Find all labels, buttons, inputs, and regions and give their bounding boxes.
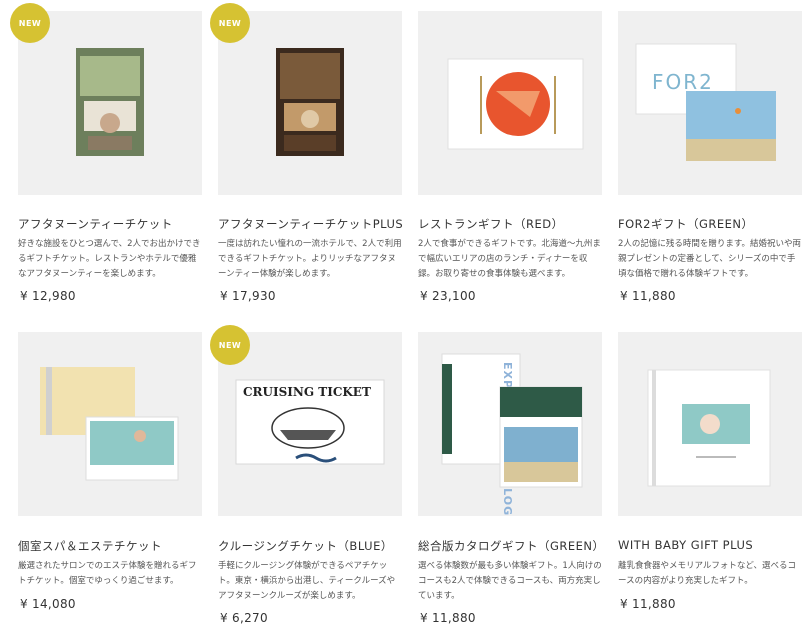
product-title[interactable]: レストランギフト（RED） xyxy=(418,216,613,232)
afternoon-tea-ticket-image xyxy=(76,48,144,156)
new-badge: NEW xyxy=(210,325,250,365)
experience-catalog-image: EXPERIENCE CATALOG xyxy=(441,353,583,516)
product-price: ¥ 6,270 xyxy=(220,611,268,625)
product-price: ¥ 14,080 xyxy=(20,597,76,611)
product-title[interactable]: 個室スパ＆エステチケット xyxy=(18,538,213,554)
product-price: ¥ 11,880 xyxy=(420,611,476,625)
product-price: ¥ 12,980 xyxy=(20,289,76,303)
product-title[interactable]: アフタヌーンティーチケット xyxy=(18,216,213,232)
product-image[interactable] xyxy=(218,11,402,195)
product-image[interactable] xyxy=(18,11,202,195)
product-image[interactable] xyxy=(418,11,602,195)
product-image[interactable]: CRUISING TICKET xyxy=(218,332,402,516)
with-baby-gift-image xyxy=(647,369,771,487)
product-description: 2人の記憶に残る時間を贈ります。結婚祝いや両親プレゼントの定番として、シリーズの… xyxy=(618,239,802,279)
for2-gift-image: FOR2 xyxy=(635,43,776,161)
restaurant-gift-image xyxy=(447,58,584,150)
product-title[interactable]: FOR2ギフト（GREEN） xyxy=(618,216,811,232)
product-price: ¥ 11,880 xyxy=(620,289,676,303)
product-image[interactable]: FOR2 xyxy=(618,11,802,195)
product-description: 一度は訪れたい憧れの一流ホテルで、2人で利用できるギフトチケット。よりリッチなア… xyxy=(218,239,402,279)
cruising-ticket-text: CRUISING TICKET xyxy=(243,385,371,399)
product-title[interactable]: 総合版カタログギフト（GREEN） xyxy=(418,538,613,554)
spa-ticket-image xyxy=(40,367,179,481)
new-badge: NEW xyxy=(210,3,250,43)
product-description: 手軽にクルージング体験ができるペアチケット。東京・横浜から出港し、ティークルーズ… xyxy=(218,561,396,601)
cruising-ticket-image: CRUISING TICKET xyxy=(235,379,385,465)
product-price: ¥ 17,930 xyxy=(220,289,276,303)
product-description: 好きな施設をひとつ選んで、2人でお出かけできるギフトチケット。レストランやホテル… xyxy=(18,239,201,279)
product-image[interactable]: EXPERIENCE CATALOG xyxy=(418,332,602,516)
product-image[interactable] xyxy=(618,332,802,516)
product-description: 選べる体験数が最も多い体験ギフト。1人向けのコースも2人で体験できるコースも、両… xyxy=(418,561,602,601)
product-description: 離乳食食器やメモリアルフォトなど、選べるコースの内容がより充実したギフト。 xyxy=(618,561,796,586)
for2-logo-text: FOR2 xyxy=(652,70,714,94)
new-badge: NEW xyxy=(10,3,50,43)
product-description: 厳選されたサロンでのエステ体験を贈れるギフトチケット。個室でゆっくり過ごせます。 xyxy=(18,561,197,586)
product-price: ¥ 11,880 xyxy=(620,597,676,611)
afternoon-tea-plus-image xyxy=(276,48,344,156)
product-price: ¥ 23,100 xyxy=(420,289,476,303)
product-description: 2人で食事ができるギフトです。北海道～九州まで幅広いエリアの店のランチ・ディナー… xyxy=(418,239,601,279)
product-title[interactable]: クルージングチケット（BLUE） xyxy=(218,538,413,554)
product-image[interactable] xyxy=(18,332,202,516)
product-title[interactable]: WITH BABY GIFT PLUS xyxy=(618,538,811,552)
product-title[interactable]: アフタヌーンティーチケットPLUS xyxy=(218,216,413,232)
